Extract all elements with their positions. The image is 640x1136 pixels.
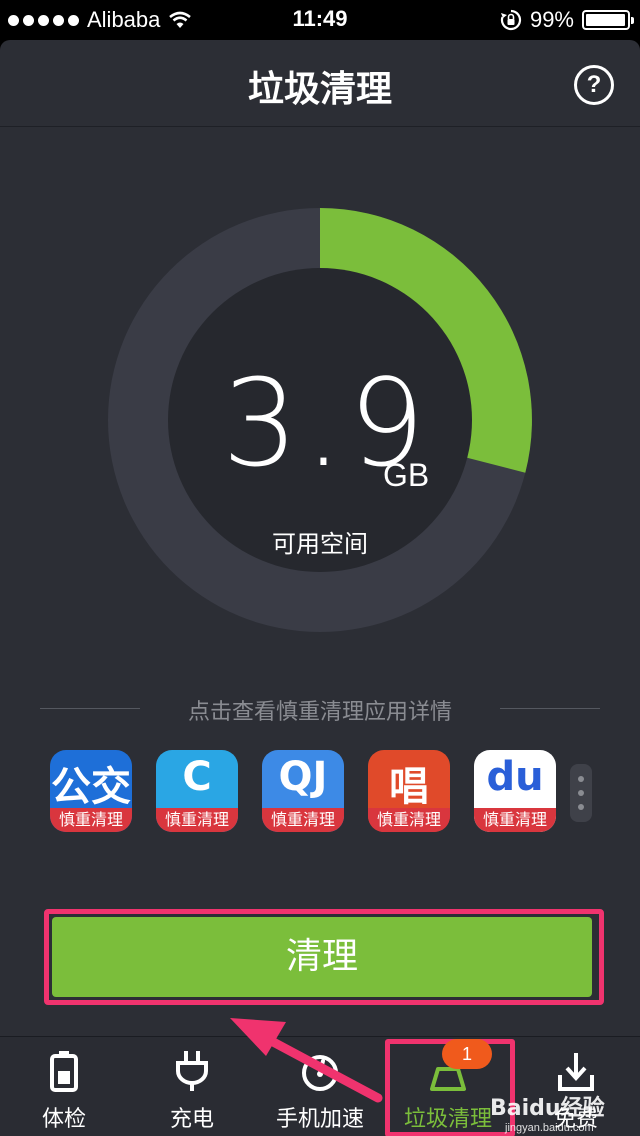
notification-badge: 1 <box>442 1039 492 1069</box>
app-icon-baidu[interactable]: du 慎重清理 <box>474 750 556 832</box>
rotation-lock-icon <box>500 9 522 31</box>
app-screen: 垃圾清理 ? 3.9 GB 可用空间 点击查看慎重清理应用详情 公交 慎重清理 … <box>0 40 640 1136</box>
tab-label: 充电 <box>169 1107 214 1132</box>
clean-button[interactable]: 清理 <box>52 917 592 997</box>
caution-apps-list: 公交 慎重清理 C 慎重清理 QJ 慎重清理 唱 慎重清理 du 慎重清理 <box>48 750 608 834</box>
download-icon <box>558 1053 594 1091</box>
battery-icon <box>582 10 634 30</box>
caution-tag: 慎重清理 <box>156 808 238 832</box>
tab-label: 手机加速 <box>275 1107 364 1132</box>
status-bar: Alibaba 11:49 99% <box>0 0 640 40</box>
free-space-unit: GB <box>383 457 430 493</box>
tab-charge[interactable]: 充电 <box>128 1037 256 1136</box>
app-icon-bus[interactable]: 公交 慎重清理 <box>50 750 132 832</box>
battery-percent: 99% <box>529 7 574 32</box>
battery-icon <box>50 1051 78 1092</box>
more-apps-icon[interactable] <box>570 764 592 822</box>
app-glyph: QJ <box>278 754 328 800</box>
caution-tag: 慎重清理 <box>262 808 344 832</box>
caution-tag: 慎重清理 <box>50 808 132 832</box>
app-glyph: 唱 <box>389 764 429 810</box>
app-glyph: 公交 <box>51 764 131 810</box>
tab-checkup[interactable]: 体检 <box>0 1037 128 1136</box>
baidu-watermark: Baidu经验 <box>490 1096 605 1121</box>
app-glyph: C <box>182 754 212 800</box>
divider-right <box>500 708 600 709</box>
caution-tag: 慎重清理 <box>474 808 556 832</box>
status-right: 99% <box>500 6 634 34</box>
app-icon-qq[interactable]: QJ 慎重清理 <box>262 750 344 832</box>
app-icon-refresh[interactable]: C 慎重清理 <box>156 750 238 832</box>
app-icon-sing[interactable]: 唱 慎重清理 <box>368 750 450 832</box>
plug-icon <box>176 1051 208 1091</box>
free-space-label: 可用空间 <box>272 530 368 558</box>
tab-speedup[interactable]: 手机加速 <box>256 1037 384 1136</box>
caution-tag: 慎重清理 <box>368 808 450 832</box>
app-glyph: du <box>486 754 544 800</box>
apps-hint-text[interactable]: 点击查看慎重清理应用详情 <box>40 694 600 726</box>
apps-hint-row: 点击查看慎重清理应用详情 <box>40 694 600 726</box>
watermark-url: jingyan.baidu.com <box>505 1122 594 1134</box>
tab-label: 体检 <box>41 1107 86 1132</box>
speedometer-icon <box>302 1055 338 1091</box>
